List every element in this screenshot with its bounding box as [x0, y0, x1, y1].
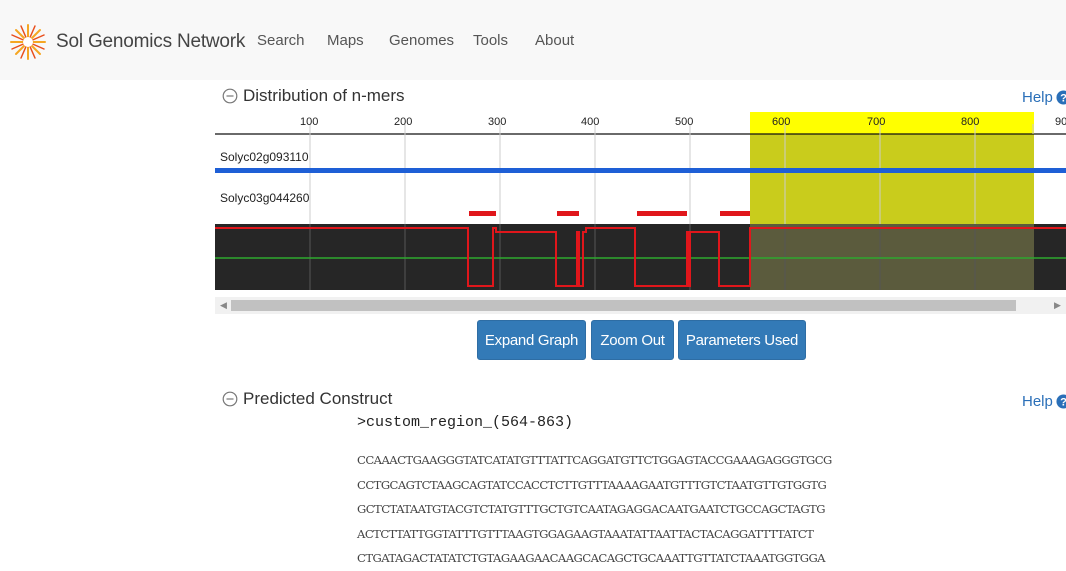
axis-tick-label: 300 [488, 116, 507, 128]
distribution-title: Distribution of n-mers [243, 86, 405, 105]
scroll-left-arrow-icon[interactable]: ◀ [220, 300, 227, 311]
distribution-header[interactable]: Distribution of n-mers [222, 86, 405, 106]
sequence-line: CTGATAGACTATATCTGTAGAAGAACAAGCACAGCTGCAA… [357, 551, 826, 566]
nav-search[interactable]: Search [257, 32, 305, 49]
track-label: Solyc03g044260 [220, 191, 310, 205]
graph-canvas [215, 112, 1066, 290]
sequence-line: CCTGCAGTCTAAGCAGTATCCACCTCTTGTTTAAAAGAAT… [357, 477, 827, 492]
scroll-thumb[interactable] [231, 300, 1016, 311]
sgn-logo-icon [10, 24, 46, 60]
zoom-out-button[interactable]: Zoom Out [591, 320, 674, 360]
axis-tick-label: 700 [867, 116, 886, 128]
axis-tick-label: 200 [394, 116, 413, 128]
brand-name: Sol Genomics Network [56, 31, 246, 52]
sequence-block: CCAAACTGAAGGGTATCATATGTTTATTCAGGATGTTCTG… [357, 448, 832, 571]
axis-tick-label: 100 [300, 116, 319, 128]
track-2-segments [469, 211, 750, 216]
nav-tools[interactable]: Tools [473, 32, 508, 49]
help-label: Help [1022, 393, 1053, 410]
track-1-bar [215, 168, 1066, 173]
axis-tick-label: 600 [772, 116, 791, 128]
graph-horizontal-scrollbar[interactable]: ◀ ▶ [215, 297, 1066, 314]
navbar: Sol Genomics Network Search Maps Genomes… [0, 0, 1066, 80]
nmer-distribution-graph[interactable]: 100 200 300 400 500 600 700 800 90 Solyc… [215, 112, 1066, 292]
axis-tick-label: 500 [675, 116, 694, 128]
help-label: Help [1022, 89, 1053, 106]
expand-graph-button[interactable]: Expand Graph [477, 320, 586, 360]
collapse-minus-icon [222, 88, 238, 104]
track-label: Solyc02g093110 [220, 150, 309, 164]
svg-text:?: ? [1060, 92, 1066, 104]
nav-genomes[interactable]: Genomes [389, 32, 454, 49]
predicted-construct-title: Predicted Construct [243, 389, 393, 408]
sequence-line: ACTCTTATTGGTATTTGTTTAAGTGGAGAAGTAAATATTA… [357, 526, 814, 541]
collapse-minus-icon [222, 391, 238, 407]
sequence-header: >custom_region_(564-863) [357, 414, 574, 431]
highlight-axis-band [750, 112, 1034, 134]
help-question-icon: ? [1056, 90, 1066, 105]
nav-about[interactable]: About [535, 32, 574, 49]
construct-help-link[interactable]: Help ? [1022, 393, 1066, 410]
nav-maps[interactable]: Maps [327, 32, 364, 49]
parameters-used-button[interactable]: Parameters Used [678, 320, 806, 360]
highlight-score-region [750, 224, 1034, 290]
help-question-icon: ? [1056, 394, 1066, 409]
sequence-line: CCAAACTGAAGGGTATCATATGTTTATTCAGGATGTTCTG… [357, 453, 832, 467]
scroll-right-arrow-icon[interactable]: ▶ [1054, 300, 1061, 311]
svg-text:?: ? [1060, 396, 1066, 408]
axis-tick-label: 400 [581, 116, 600, 128]
axis-tick-label: 90 [1055, 116, 1066, 128]
sequence-line: GCTCTATAATGTACGTCTATGTTTGCTGTCAATAGAGGAC… [357, 502, 826, 517]
predicted-construct-header[interactable]: Predicted Construct [222, 389, 392, 409]
axis-tick-label: 800 [961, 116, 980, 128]
brand[interactable]: Sol Genomics Network [8, 22, 245, 62]
distribution-help-link[interactable]: Help ? [1022, 89, 1066, 106]
